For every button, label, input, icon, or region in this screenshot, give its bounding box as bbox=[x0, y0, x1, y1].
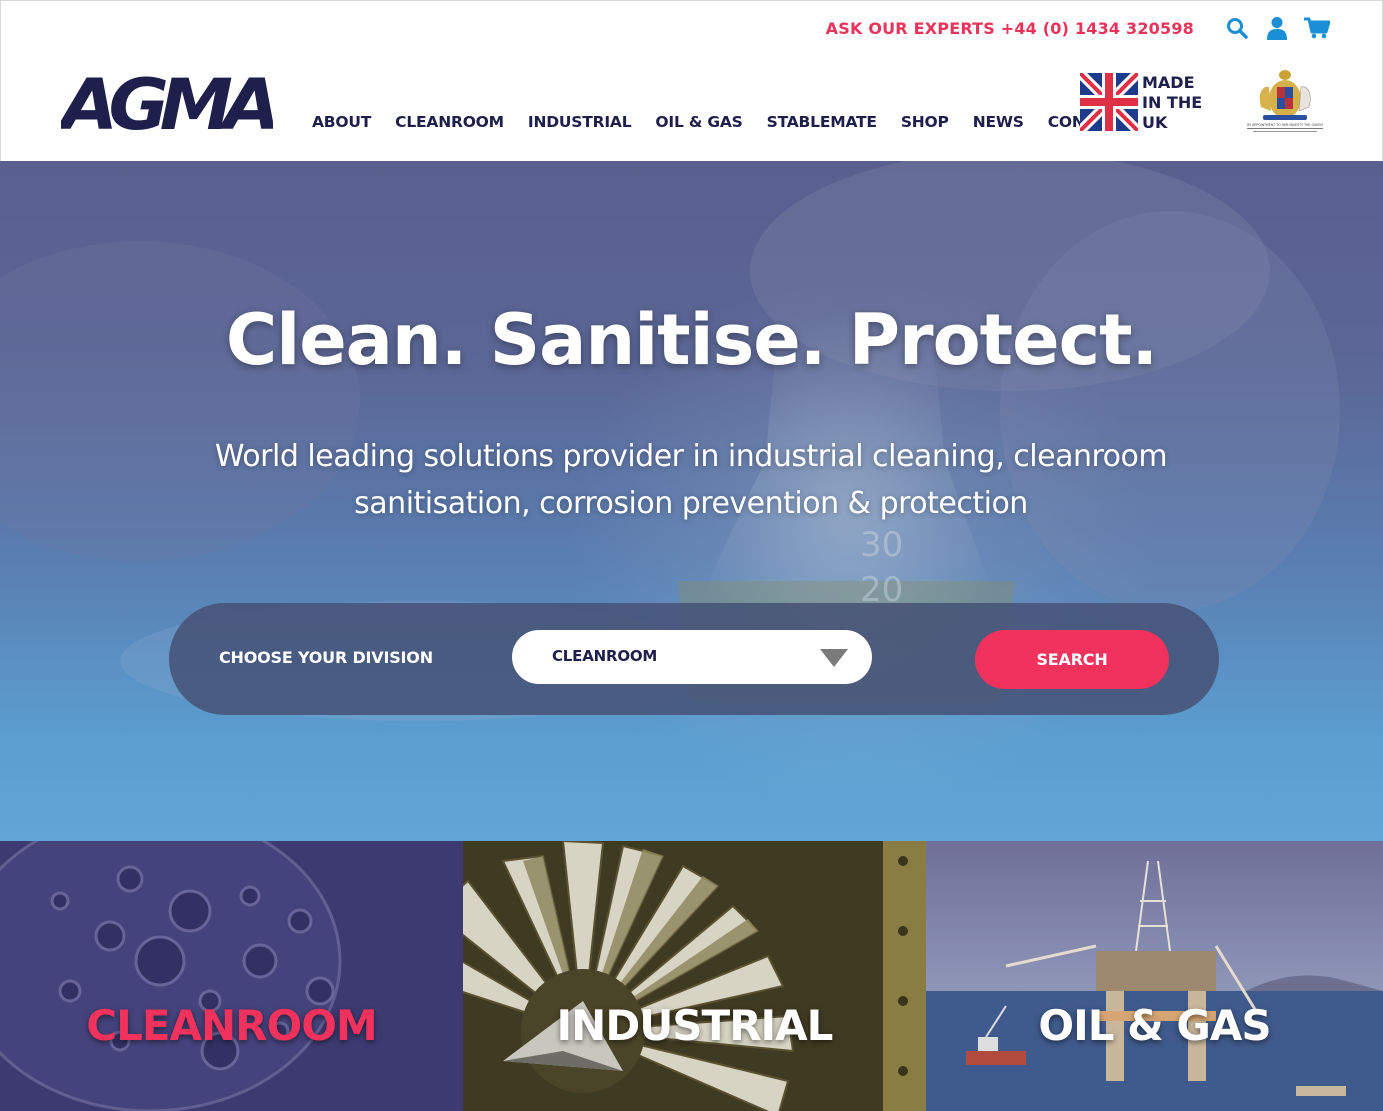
search-button[interactable]: SEARCH bbox=[975, 630, 1169, 689]
division-search-bar: CHOOSE YOUR DIVISION CLEANROOM SEARCH bbox=[169, 603, 1219, 715]
nav-cleanroom[interactable]: CLEANROOM bbox=[395, 113, 504, 131]
agma-logo[interactable]: AGMA bbox=[56, 64, 284, 146]
tile-cleanroom-label: CLEANROOM bbox=[86, 1001, 377, 1050]
site-header: ASK OUR EXPERTS +44 (0) 1434 320598 AGMA… bbox=[0, 0, 1383, 161]
top-bar: ASK OUR EXPERTS +44 (0) 1434 320598 bbox=[826, 15, 1330, 41]
tile-cleanroom[interactable]: CLEANROOM bbox=[0, 841, 463, 1111]
nav-news[interactable]: NEWS bbox=[973, 113, 1024, 131]
nav-oil-gas[interactable]: OIL & GAS bbox=[655, 113, 742, 131]
account-icon[interactable] bbox=[1264, 15, 1290, 41]
hero-subtitle-line2: sanitisation, corrosion prevention & pro… bbox=[354, 486, 1028, 521]
chevron-down-icon bbox=[820, 649, 848, 667]
svg-text:30: 30 bbox=[860, 525, 903, 565]
search-icon[interactable] bbox=[1224, 15, 1250, 41]
made-in-uk-line1: MADE bbox=[1142, 73, 1195, 92]
nav-shop[interactable]: SHOP bbox=[901, 113, 949, 131]
industrial-tile-image bbox=[463, 841, 926, 1111]
hero-subtitle: World leading solutions provider in indu… bbox=[191, 433, 1191, 527]
svg-text:AGMA: AGMA bbox=[61, 75, 273, 131]
nav-about[interactable]: ABOUT bbox=[312, 113, 371, 131]
nav-industrial[interactable]: INDUSTRIAL bbox=[528, 113, 632, 131]
tile-oil-gas-label: OIL & GAS bbox=[1038, 1001, 1271, 1050]
oil-gas-tile-image bbox=[926, 841, 1383, 1111]
hero-title: Clean. Sanitise. Protect. bbox=[225, 299, 1158, 381]
made-in-uk-line2: IN THE bbox=[1142, 93, 1203, 112]
royal-warrant-crest: BY APPOINTMENT TO HER MAJESTY THE QUEEN bbox=[1239, 67, 1331, 137]
tile-oil-gas[interactable]: OIL & GAS bbox=[926, 841, 1383, 1111]
cleanroom-tile-image bbox=[0, 841, 463, 1111]
union-flag-icon bbox=[1080, 73, 1138, 131]
made-in-uk-badge: MADE IN THE UK bbox=[1080, 73, 1202, 133]
tile-industrial[interactable]: INDUSTRIAL bbox=[463, 841, 926, 1111]
phone-link[interactable]: ASK OUR EXPERTS +44 (0) 1434 320598 bbox=[826, 19, 1194, 38]
hero-subtitle-line1: World leading solutions provider in indu… bbox=[214, 439, 1168, 474]
nav-stablemate[interactable]: STABLEMATE bbox=[767, 113, 877, 131]
division-select[interactable]: CLEANROOM bbox=[512, 630, 872, 684]
royal-warrant-caption: BY APPOINTMENT TO HER MAJESTY THE QUEEN bbox=[1247, 123, 1323, 127]
division-select-value: CLEANROOM bbox=[552, 647, 658, 665]
made-in-uk-line3: UK bbox=[1142, 113, 1168, 132]
division-label: CHOOSE YOUR DIVISION bbox=[219, 648, 433, 667]
main-nav: ABOUT CLEANROOM INDUSTRIAL OIL & GAS STA… bbox=[312, 113, 1127, 131]
cart-icon[interactable] bbox=[1304, 15, 1330, 41]
hero-section: 30 20 Clean. Sanitise. Protect. World le… bbox=[0, 161, 1383, 841]
tile-industrial-label: INDUSTRIAL bbox=[556, 1001, 834, 1050]
